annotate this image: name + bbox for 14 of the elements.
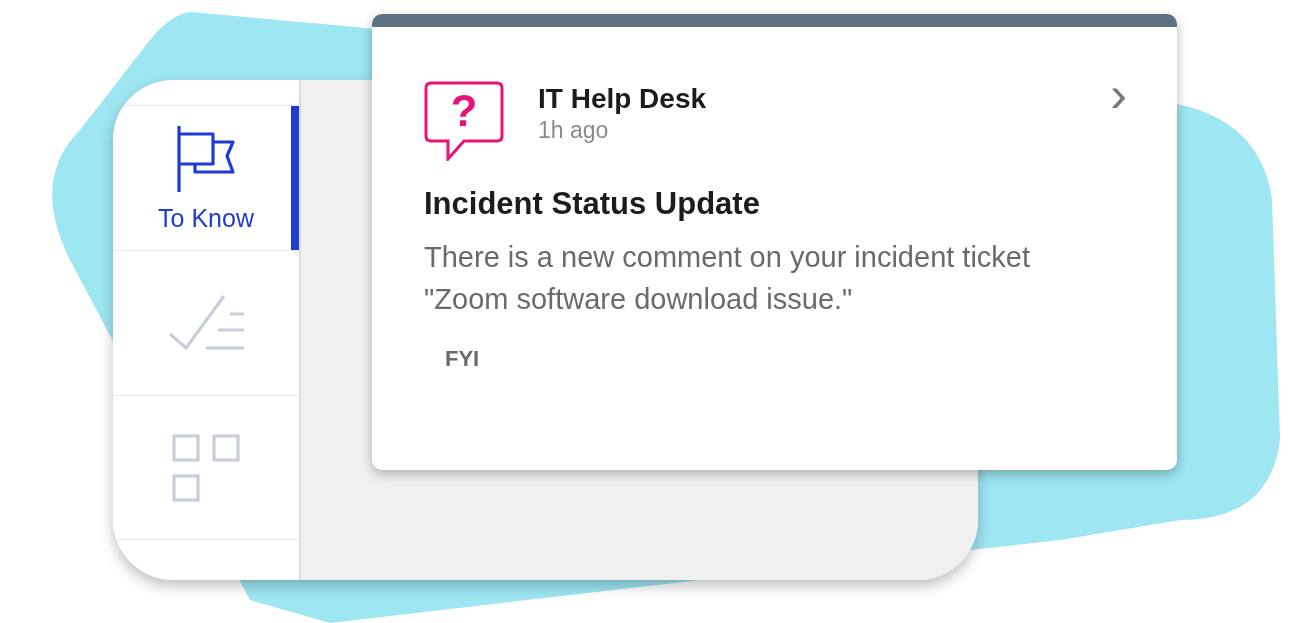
category-label: FYI	[445, 346, 481, 372]
checklist-icon	[168, 294, 244, 352]
sender-name: IT Help Desk	[538, 83, 708, 115]
notification-title: Incident Status Update	[424, 186, 761, 222]
notification-message: There is a new comment on your incident ticket "Zoom software download issue."	[424, 240, 1032, 317]
flag-icon	[175, 123, 237, 194]
help-bubble-icon: ?	[424, 81, 504, 161]
sidebar-item[interactable]	[113, 395, 299, 540]
notification-card[interactable]: ? IT Help Desk 1h ago › Incident Status Update There is a new comment on your incident ticket "Zoom software download issue." FYI	[372, 14, 1177, 470]
timestamp: 1h ago	[538, 117, 610, 144]
grid-icon	[172, 433, 240, 502]
sidebar-item[interactable]	[113, 250, 299, 395]
chevron-icon[interactable]: ›	[1110, 79, 1127, 109]
sidebar-item[interactable]: To Know	[113, 105, 299, 250]
